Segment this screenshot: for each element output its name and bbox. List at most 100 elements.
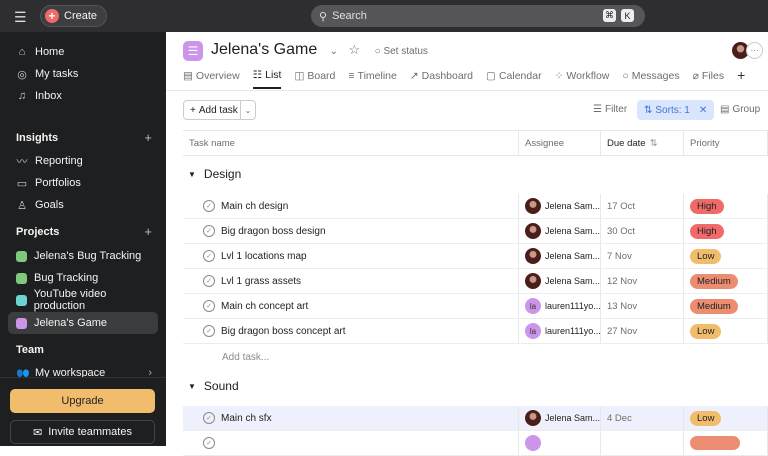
check-circle-icon[interactable]: ✓ [203,325,215,337]
add-tab-icon[interactable]: + [737,66,745,89]
assignee-cell[interactable]: la lauren111yo... [518,294,600,318]
priority-cell[interactable]: Low [683,319,768,343]
check-circle-icon[interactable]: ✓ [203,225,215,237]
check-circle-icon[interactable]: ✓ [203,412,215,424]
task-name-cell[interactable]: ✓ Main ch concept art [183,294,518,318]
caret-down-icon[interactable]: ▼ [188,382,196,391]
due-date-cell[interactable]: 7 Nov [600,244,683,268]
due-date-cell[interactable] [600,431,683,455]
add-insight-icon[interactable]: + [144,130,152,145]
sidebar-project[interactable]: Bug Tracking [8,267,158,289]
col-task-name[interactable]: Task name [183,131,518,155]
task-name-cell[interactable]: ✓ Big dragon boss design [183,219,518,243]
col-priority[interactable]: Priority [683,131,768,155]
set-status-button[interactable]: ○ Set status [375,46,428,57]
due-date-cell[interactable]: 12 Nov [600,269,683,293]
task-name-cell[interactable]: ✓ [183,431,518,455]
task-name-cell[interactable]: ✓ Big dragon boss concept art [183,319,518,343]
sidebar-project[interactable]: Jelena's Bug Tracking [8,245,158,267]
table-row[interactable]: ✓ [183,431,768,456]
tab-list[interactable]: ☷ List [252,69,282,89]
due-date-cell[interactable]: 27 Nov [600,319,683,343]
tab-dashboard[interactable]: ↗ Dashboard [410,69,473,89]
task-name-cell[interactable]: ✓ Lvl 1 grass assets [183,269,518,293]
assignee-cell[interactable]: Jelena Sam... [518,406,600,430]
due-date-cell[interactable]: 30 Oct [600,219,683,243]
assignee-cell[interactable]: Jelena Sam... [518,219,600,243]
label: List [265,69,282,81]
search-input[interactable]: ⚲ Search ⌘ K [311,5,645,27]
due-date-cell[interactable]: 17 Oct [600,194,683,218]
create-button[interactable]: + Create [40,5,108,27]
assignee-cell[interactable]: Jelena Sam... [518,269,600,293]
due-date-cell[interactable]: 4 Dec [600,406,683,430]
tab-messages[interactable]: ○ Messages [622,69,679,89]
priority-cell[interactable]: High [683,219,768,243]
assignee-cell[interactable]: la lauren111yo... [518,319,600,343]
chevron-down-icon[interactable]: ⌄ [240,101,255,119]
task-name-cell[interactable]: ✓ Main ch sfx [183,406,518,430]
tab-files[interactable]: ⌀ Files [693,69,725,89]
sidebar-item-goals[interactable]: ♙ Goals [8,194,158,216]
section-header[interactable]: ▼ Design [188,167,241,181]
table-row[interactable]: ✓ Big dragon boss design Jelena Sam... 30… [183,219,768,244]
priority-cell[interactable]: Low [683,406,768,430]
tab-workflow[interactable]: ⁘ Workflow [555,69,610,89]
priority-cell[interactable] [683,431,768,455]
sidebar-item-portfolios[interactable]: ▭ Portfolios [8,172,158,194]
priority-cell[interactable]: Medium [683,269,768,293]
check-circle-icon[interactable]: ✓ [203,300,215,312]
sidebar-project[interactable]: YouTube video production [8,288,158,312]
check-circle-icon[interactable]: ✓ [203,200,215,212]
upgrade-button[interactable]: Upgrade [10,389,155,413]
label: Inbox [35,90,62,102]
priority-cell[interactable]: Medium [683,294,768,318]
board-icon: ◫ [294,70,305,82]
avatar: la [525,298,541,314]
table-row[interactable]: ✓ Big dragon boss concept art la lauren111… [183,319,768,344]
sidebar-item-reporting[interactable]: 〰 Reporting [8,150,158,172]
tab-board[interactable]: ◫ Board [294,69,335,89]
due-date-cell[interactable]: 13 Nov [600,294,683,318]
top-bar: ☰ + Create ⚲ Search ⌘ K [0,0,768,32]
sorts-button[interactable]: ⇅ Sorts: 1 ✕ [637,100,715,120]
add-task-button[interactable]: + Add task ⌄ [183,100,256,120]
caret-down-icon[interactable]: ▼ [188,170,196,179]
task-name-cell[interactable]: ✓ Lvl 1 locations map [183,244,518,268]
group-button[interactable]: ▤ Group [720,104,760,115]
tab-timeline[interactable]: ≡ Timeline [348,69,396,89]
col-assignee[interactable]: Assignee [518,131,600,155]
priority-cell[interactable]: Low [683,244,768,268]
table-row[interactable]: ✓ Lvl 1 grass assets Jelena Sam... 12 Nov… [183,269,768,294]
sidebar-project-active[interactable]: Jelena's Game [8,312,158,334]
invite-teammates-button[interactable]: ✉ Invite teammates [10,420,155,444]
add-project-icon[interactable]: + [144,224,152,239]
check-circle-icon[interactable]: ✓ [203,437,215,449]
check-circle-icon[interactable]: ✓ [203,250,215,262]
assignee-cell[interactable] [518,431,600,455]
tab-overview[interactable]: ▤ Overview [183,69,240,89]
table-row[interactable]: ✓ Main ch sfx Jelena Sam... 4 Dec Low [183,406,768,431]
close-icon[interactable]: ✕ [699,105,707,116]
add-task-row[interactable]: Add task... [222,352,269,363]
section-header[interactable]: ▼ Sound [188,379,239,393]
assignee-cell[interactable]: Jelena Sam... [518,244,600,268]
hamburger-menu-icon[interactable]: ☰ [14,9,27,26]
assignee-cell[interactable]: Jelena Sam... [518,194,600,218]
message-icon: ○ [622,70,629,82]
tab-calendar[interactable]: ▢ Calendar [486,69,542,89]
chevron-down-icon[interactable]: ⌄ [330,46,338,57]
check-circle-icon[interactable]: ✓ [203,275,215,287]
filter-button[interactable]: ☰ Filter [593,104,627,115]
col-due-date[interactable]: Due date ⇅ [600,131,683,155]
sidebar-item-my-tasks[interactable]: ◎ My tasks [8,63,158,85]
sidebar-item-inbox[interactable]: ♫ Inbox [8,85,158,107]
priority-cell[interactable]: High [683,194,768,218]
table-row[interactable]: ✓ Main ch concept art la lauren111yo... 13… [183,294,768,319]
table-row[interactable]: ✓ Lvl 1 locations map Jelena Sam... 7 Nov… [183,244,768,269]
table-row[interactable]: ✓ Main ch design Jelena Sam... 17 Oct Hig… [183,194,768,219]
task-name-cell[interactable]: ✓ Main ch design [183,194,518,218]
more-icon[interactable]: ··· [746,42,763,59]
sidebar-item-home[interactable]: ⌂ Home [8,41,158,63]
star-icon[interactable]: ☆ [349,42,361,57]
